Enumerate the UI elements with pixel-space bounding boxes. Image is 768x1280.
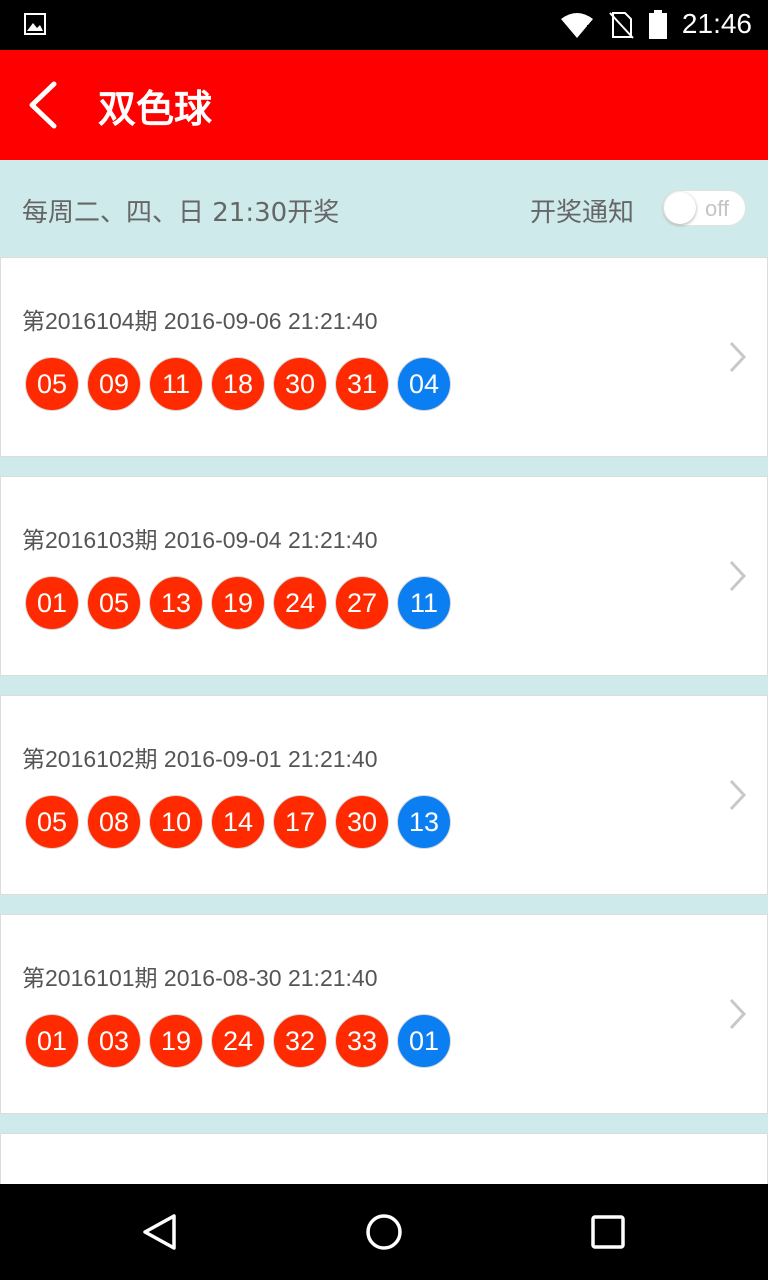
red-ball: 14 bbox=[211, 795, 265, 849]
red-ball: 10 bbox=[149, 795, 203, 849]
chevron-right-icon bbox=[729, 779, 747, 811]
red-ball: 30 bbox=[273, 357, 327, 411]
draw-title: 第2016104期 2016-09-06 21:21:40 bbox=[22, 308, 378, 334]
blue-ball: 11 bbox=[397, 576, 451, 630]
battery-icon bbox=[649, 10, 667, 39]
draw-card[interactable]: 第2016104期 2016-09-06 21:21:40 05 09 11 1… bbox=[0, 257, 768, 457]
red-ball: 05 bbox=[25, 795, 79, 849]
red-ball: 03 bbox=[87, 1014, 141, 1068]
draw-title: 第2016103期 2016-09-04 21:21:40 bbox=[22, 527, 378, 553]
red-ball: 31 bbox=[335, 357, 389, 411]
red-ball: 08 bbox=[87, 795, 141, 849]
draw-title: 第2016102期 2016-09-01 21:21:40 bbox=[22, 746, 378, 772]
red-ball: 13 bbox=[149, 576, 203, 630]
notify-label: 开奖通知 bbox=[530, 198, 635, 228]
draw-card[interactable]: 第2016102期 2016-09-01 21:21:40 05 08 10 1… bbox=[0, 695, 768, 895]
chevron-right-icon bbox=[729, 998, 747, 1030]
image-icon bbox=[24, 13, 46, 35]
ball-row: 05 09 11 18 30 31 04 bbox=[25, 357, 451, 411]
blue-ball: 01 bbox=[397, 1014, 451, 1068]
red-ball: 09 bbox=[87, 357, 141, 411]
back-arrow-icon[interactable] bbox=[20, 76, 70, 134]
ball-row: 01 03 19 24 32 33 01 bbox=[25, 1014, 451, 1068]
blue-ball: 04 bbox=[397, 357, 451, 411]
chevron-right-icon bbox=[729, 341, 747, 373]
red-ball: 32 bbox=[273, 1014, 327, 1068]
red-ball: 01 bbox=[25, 1014, 79, 1068]
draw-card-partial[interactable] bbox=[0, 1133, 768, 1184]
nav-recents-icon[interactable] bbox=[588, 1212, 628, 1252]
nav-home-icon[interactable] bbox=[364, 1212, 404, 1252]
nav-back-icon[interactable] bbox=[140, 1212, 180, 1252]
ball-row: 05 08 10 14 17 30 13 bbox=[25, 795, 451, 849]
draw-card[interactable]: 第2016103期 2016-09-04 21:21:40 01 05 13 1… bbox=[0, 476, 768, 676]
red-ball: 05 bbox=[25, 357, 79, 411]
red-ball: 19 bbox=[149, 1014, 203, 1068]
status-time: 21:46 bbox=[681, 8, 752, 39]
info-bar: 每周二、四、日 21:30开奖 开奖通知 off bbox=[0, 160, 768, 257]
wifi-icon bbox=[561, 13, 593, 39]
draw-schedule: 每周二、四、日 21:30开奖 bbox=[22, 198, 340, 228]
toggle-text: off bbox=[705, 196, 730, 221]
red-ball: 17 bbox=[273, 795, 327, 849]
no-sim-icon bbox=[609, 12, 634, 39]
app-bar: 双色球 bbox=[0, 50, 768, 160]
notify-toggle[interactable]: off bbox=[662, 190, 746, 226]
red-ball: 18 bbox=[211, 357, 265, 411]
red-ball: 30 bbox=[335, 795, 389, 849]
chevron-right-icon bbox=[729, 560, 747, 592]
blue-ball: 13 bbox=[397, 795, 451, 849]
red-ball: 33 bbox=[335, 1014, 389, 1068]
red-ball: 24 bbox=[211, 1014, 265, 1068]
draw-card[interactable]: 第2016101期 2016-08-30 21:21:40 01 03 19 2… bbox=[0, 914, 768, 1114]
draw-list[interactable]: 第2016104期 2016-09-06 21:21:40 05 09 11 1… bbox=[0, 257, 768, 1184]
draw-title: 第2016101期 2016-08-30 21:21:40 bbox=[22, 965, 378, 991]
red-ball: 24 bbox=[273, 576, 327, 630]
red-ball: 05 bbox=[87, 576, 141, 630]
page-title: 双色球 bbox=[98, 87, 213, 131]
red-ball: 01 bbox=[25, 576, 79, 630]
red-ball: 19 bbox=[211, 576, 265, 630]
toggle-knob bbox=[664, 192, 696, 224]
red-ball: 11 bbox=[149, 357, 203, 411]
ball-row: 01 05 13 19 24 27 11 bbox=[25, 576, 451, 630]
red-ball: 27 bbox=[335, 576, 389, 630]
system-nav-bar bbox=[0, 1184, 768, 1280]
status-bar: 21:46 bbox=[0, 0, 768, 50]
